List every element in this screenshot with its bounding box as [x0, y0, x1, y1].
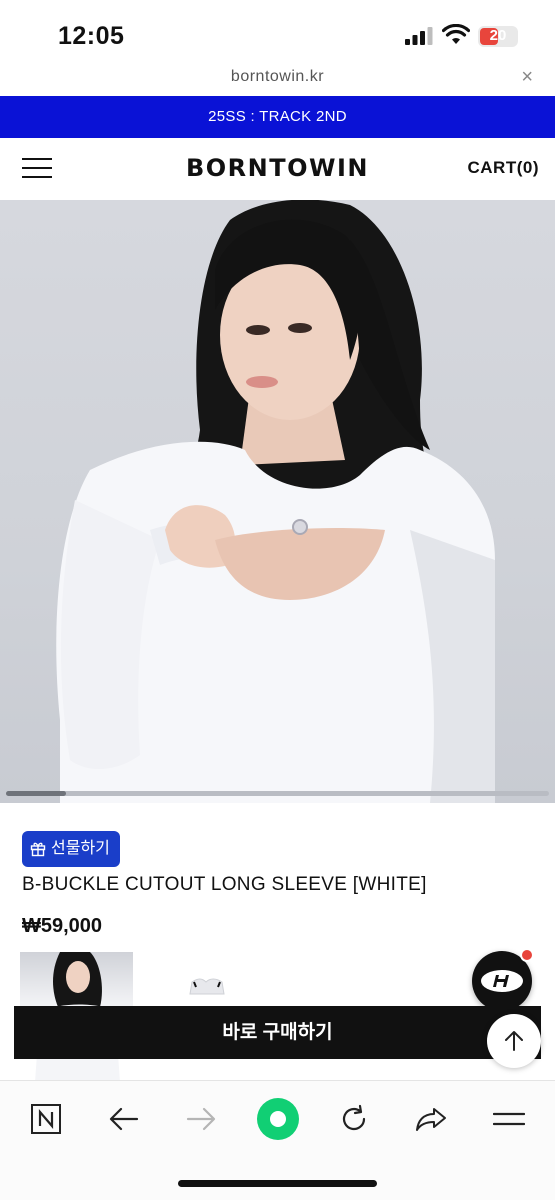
gift-label: 선물하기	[51, 840, 110, 857]
cart-link[interactable]: CART(0)	[468, 158, 540, 178]
url-bar[interactable]: borntowin.kr ×	[0, 62, 555, 96]
back-arrow-icon[interactable]	[104, 1099, 144, 1139]
image-scrollbar-thumb[interactable]	[6, 791, 66, 796]
product-price: ₩59,000	[22, 915, 103, 937]
site-header: BORNTOWIN CART(0)	[0, 138, 555, 200]
gift-button[interactable]: 선물하기	[22, 831, 120, 867]
share-icon[interactable]	[411, 1099, 451, 1139]
battery-level: 20	[489, 27, 507, 44]
forward-arrow-icon[interactable]	[181, 1099, 221, 1139]
notification-badge	[520, 948, 534, 962]
brand-h-icon	[481, 970, 523, 992]
status-time: 12:05	[58, 22, 125, 50]
battery-icon: 20	[478, 26, 518, 47]
arrow-up-icon	[505, 1031, 523, 1051]
product-title: B-BUCKLE CUTOUT LONG SLEEVE [WHITE]	[22, 874, 427, 895]
gift-icon	[30, 842, 46, 857]
close-icon[interactable]: ×	[521, 66, 533, 89]
naver-n-icon[interactable]	[26, 1099, 66, 1139]
image-scrollbar[interactable]	[6, 791, 549, 796]
menu-icon[interactable]	[489, 1099, 529, 1139]
scroll-top-button[interactable]	[487, 1014, 541, 1068]
refresh-icon[interactable]	[334, 1099, 374, 1139]
wifi-icon	[442, 24, 470, 44]
signal-icon	[405, 27, 433, 45]
green-dot-icon[interactable]	[256, 1097, 300, 1141]
status-bar: 12:05 20	[0, 0, 555, 62]
model-photo	[56, 200, 495, 803]
buy-now-button[interactable]: 바로 구매하기	[14, 1006, 541, 1059]
url-text[interactable]: borntowin.kr	[0, 68, 555, 86]
announcement-banner[interactable]: 25SS : TRACK 2ND	[0, 96, 555, 138]
home-indicator	[178, 1180, 377, 1187]
product-image[interactable]	[0, 200, 555, 803]
